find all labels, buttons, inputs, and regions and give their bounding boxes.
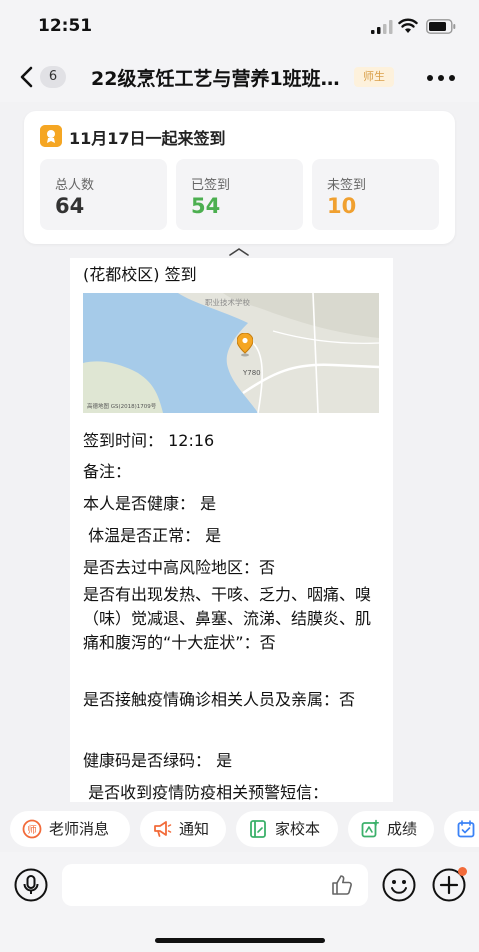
- voice-icon[interactable]: [14, 868, 48, 902]
- map-road-label: Y780: [242, 369, 261, 377]
- stat-value: 10: [327, 194, 357, 218]
- collapse-chevron-icon[interactable]: [228, 247, 250, 257]
- more-icon[interactable]: [426, 74, 456, 82]
- grade-icon: [361, 819, 379, 838]
- group-title: 22级烹饪工艺与营养1班班级群: [91, 68, 349, 90]
- chat-message-area[interactable]: (花都校区) 签到 职业技术学校 Y780 高德地图 GS(2018)1709号: [0, 258, 479, 802]
- grades-chip[interactable]: 成绩: [348, 811, 434, 847]
- map-attribution: 高德地图 GS(2018)1709号: [87, 402, 157, 410]
- status-bar: 12:51: [0, 0, 479, 52]
- map-place-label: 职业技术学校: [205, 297, 250, 307]
- location-map[interactable]: 职业技术学校 Y780 高德地图 GS(2018)1709号: [83, 293, 379, 413]
- home-school-book-chip[interactable]: 家校本: [236, 811, 338, 847]
- checkin-title: 11月17日一起来签到: [69, 129, 226, 148]
- nav-bar: 6 22级烹饪工艺与营养1班班级群 师生: [0, 52, 479, 102]
- map-graphic: 职业技术学校 Y780 高德地图 GS(2018)1709号: [83, 293, 379, 413]
- location-pin-icon: [237, 333, 253, 357]
- calendar-icon: [457, 820, 475, 838]
- notice-chip[interactable]: 通知: [140, 811, 226, 847]
- message-input[interactable]: [62, 864, 368, 906]
- stat-total: 总人数 64: [40, 159, 167, 230]
- chip-label: 老师消息: [49, 820, 110, 838]
- checkin-summary-card[interactable]: 11月17日一起来签到 总人数 64 已签到 54 未签到 10: [24, 111, 455, 244]
- battery-icon: [426, 19, 456, 34]
- notebook-icon: [250, 820, 266, 838]
- home-indicator: [155, 938, 325, 943]
- chip-label: 家校本: [275, 820, 321, 838]
- status-time: 12:51: [38, 16, 93, 36]
- quick-actions-bar: 师 老师消息 通知 家校本 成绩: [0, 808, 479, 850]
- location-heading: (花都校区) 签到: [83, 265, 197, 284]
- svg-text:师: 师: [27, 824, 37, 836]
- question-health: 本人是否健康： 是: [83, 494, 217, 513]
- stat-label: 已签到: [191, 178, 231, 193]
- megaphone-icon: [154, 821, 172, 837]
- emoji-icon[interactable]: [382, 868, 416, 902]
- question-health-code: 健康码是否绿码： 是: [83, 751, 233, 770]
- teacher-message-chip[interactable]: 师 老师消息: [10, 811, 130, 847]
- stat-not-signed-in[interactable]: 未签到 10: [312, 159, 439, 230]
- stat-label: 未签到: [327, 178, 367, 193]
- question-risk-area: 是否去过中高风险地区：否: [83, 558, 276, 577]
- remark-label: 备注：: [83, 462, 132, 481]
- question-temperature: 体温是否正常： 是: [83, 526, 222, 545]
- unread-count-badge[interactable]: 6: [40, 66, 66, 88]
- wifi-icon: [398, 18, 418, 33]
- checkin-message-card[interactable]: (花都校区) 签到 职业技术学校 Y780 高德地图 GS(2018)1709号: [70, 258, 393, 802]
- back-arrow-icon[interactable]: [16, 65, 38, 89]
- notification-dot: [458, 867, 467, 876]
- calendar-chip[interactable]: [444, 811, 479, 847]
- question-symptoms: 是否有出现发热、干咳、乏力、咽痛、嗅 （味）觉减退、鼻塞、流涕、结膜炎、肌痛和腹…: [83, 585, 372, 652]
- thumbs-up-icon[interactable]: [330, 873, 354, 897]
- checkin-icon: [40, 125, 62, 147]
- stat-value: 64: [55, 194, 85, 218]
- input-bar: [0, 852, 479, 952]
- signal-icon: [371, 20, 393, 34]
- teacher-icon: 师: [22, 819, 42, 839]
- stat-value: 54: [191, 194, 221, 218]
- stat-signed-in[interactable]: 已签到 54: [176, 159, 303, 230]
- checkin-time: 签到时间： 12:16: [83, 431, 215, 450]
- question-contact: 是否接触疫情确诊相关人员及亲属：否: [83, 690, 356, 709]
- chip-label: 成绩: [387, 820, 418, 838]
- role-badge: 师生: [354, 67, 394, 87]
- chip-label: 通知: [179, 820, 210, 838]
- question-warning-sms: 是否收到疫情防疫相关预警短信：: [83, 783, 329, 802]
- stat-label: 总人数: [55, 178, 95, 193]
